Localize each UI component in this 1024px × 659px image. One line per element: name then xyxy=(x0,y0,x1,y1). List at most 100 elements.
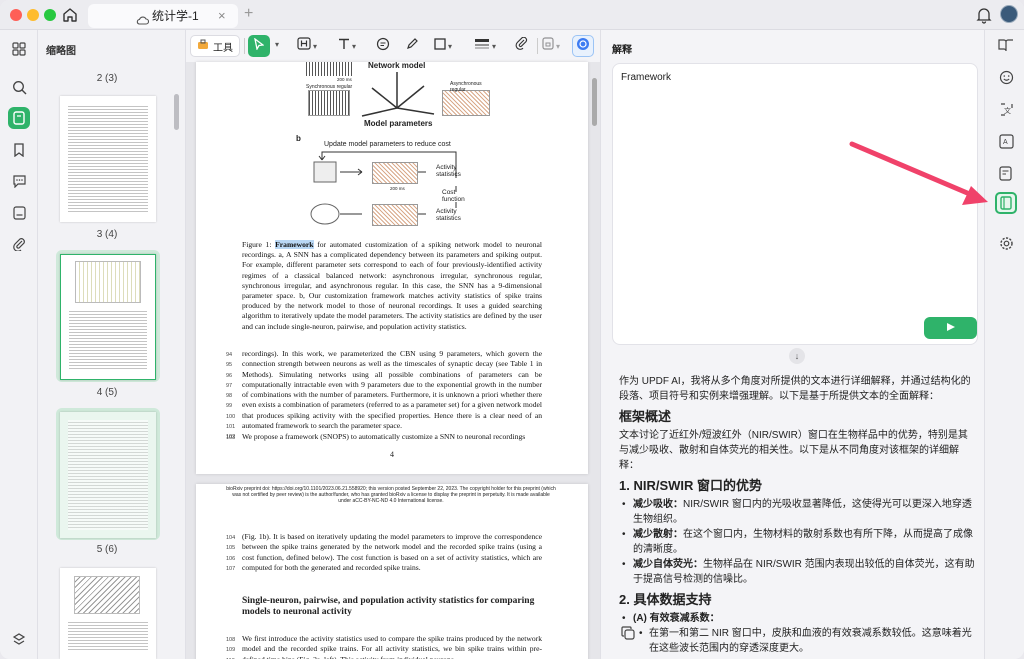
fig-label-async-regular: Asynchronous regular xyxy=(450,81,482,93)
panel-title: 解释 xyxy=(612,45,632,56)
pdf-page-4: 200 ms Network model Synchronous regular… xyxy=(196,61,588,474)
thumbnails-scrollbar[interactable] xyxy=(174,94,179,130)
thumbnail-page-3[interactable] xyxy=(60,96,156,222)
cursor-icon xyxy=(254,37,265,55)
square-icon xyxy=(434,37,446,55)
read-aloud-icon[interactable] xyxy=(995,34,1017,56)
line-numbers: 94 95 96 97 98 99 100 101 102 xyxy=(226,352,236,441)
stamp-tool-button[interactable]: ▾ xyxy=(538,35,564,57)
highlighted-word[interactable]: Framework xyxy=(275,240,314,249)
line-numbers: 104 105 106 107 xyxy=(226,535,236,572)
page-icon[interactable] xyxy=(8,202,30,224)
pdf-page-5: bioRxiv preprint doi: https://doi.org/10… xyxy=(196,484,588,659)
prompt-input[interactable]: Framework xyxy=(612,63,978,345)
thumbnails-icon[interactable] xyxy=(8,107,30,129)
new-tab-button[interactable]: + xyxy=(244,5,253,23)
layers-icon[interactable] xyxy=(8,628,30,650)
attachment-icon[interactable] xyxy=(8,233,30,255)
comment-bubble-icon xyxy=(376,37,390,56)
stamp-icon xyxy=(542,37,554,55)
fig-label-cost-function: Cost function xyxy=(442,189,465,203)
grid-icon[interactable] xyxy=(8,38,30,60)
line-style-icon xyxy=(474,37,490,55)
raster-plot xyxy=(306,62,352,76)
ai-assistant-button[interactable] xyxy=(572,35,594,57)
tab-close-button[interactable]: × xyxy=(218,4,226,28)
comment-icon[interactable] xyxy=(8,170,30,192)
copy-icon[interactable] xyxy=(621,626,635,645)
answer-sub-bullet: 在第一和第二 NIR 窗口中，皮肤和血液的有效衰减系数较低。这意味着光在这些波长… xyxy=(619,626,975,656)
scale-label: 200 ms xyxy=(390,186,405,191)
figure-update-label: Update model parameters to reduce cost xyxy=(324,141,451,148)
document-tab[interactable]: 统计学-1 × xyxy=(88,4,238,28)
bell-icon[interactable] xyxy=(976,6,992,29)
window-maximize-button[interactable] xyxy=(44,9,56,21)
fig-label-activity-stats-data: Activity statistics xyxy=(436,208,461,222)
ocr-icon[interactable]: A xyxy=(995,130,1017,152)
comment-tool-button[interactable] xyxy=(372,35,394,57)
page-number: 4 xyxy=(390,450,394,459)
line-numbers: 108 109 110 xyxy=(226,637,236,659)
bookmark-icon[interactable] xyxy=(8,139,30,161)
recorded-raster xyxy=(372,204,418,226)
shape-tool-button[interactable]: ▾ xyxy=(430,35,456,57)
highlighter-tool-button[interactable] xyxy=(401,35,423,57)
document-viewer: 200 ms Network model Synchronous regular… xyxy=(186,61,600,659)
figure-caption: Figure 1: Framework for automated custom… xyxy=(242,240,543,331)
tools-label: 工具 xyxy=(213,42,233,54)
thumbnail-page-6[interactable] xyxy=(60,568,156,659)
thumbnail-page-5[interactable] xyxy=(60,412,156,538)
explain-icon[interactable] xyxy=(995,192,1017,214)
ai-answer: 作为 UPDF AI，我将从多个角度对所提供的文本进行详细解释，并通过结构化的段… xyxy=(619,374,975,656)
select-tool-button[interactable] xyxy=(248,35,270,57)
answer-bullet: (A) 有效衰减系数： xyxy=(619,611,975,626)
thumb-label: 5 (6) xyxy=(96,544,118,555)
line-numbers: 103 xyxy=(226,435,236,441)
home-icon[interactable] xyxy=(60,5,80,25)
answer-heading: 2. 具体数据支持 xyxy=(619,592,712,607)
answer-bullet: 减少吸收：NIR/SWIR 窗口内的光吸收显著降低，这使得光可以更深入地穿透生物… xyxy=(619,497,975,527)
toolbar: 工具 ▾ ▾ ▾ ▾ ▾ ▾ xyxy=(186,30,600,62)
settings-icon[interactable] xyxy=(995,232,1017,254)
search-icon[interactable] xyxy=(8,76,30,98)
app-window: 统计学-1 × + 缩略图 2 (3) 3 (4) 4 (5) 5 (6) 工具… xyxy=(0,0,1024,659)
header-tool-button[interactable]: ▾ xyxy=(294,35,320,57)
window-close-button[interactable] xyxy=(10,9,22,21)
translate-icon[interactable]: 文 xyxy=(995,98,1017,120)
answer-intro: 作为 UPDF AI，我将从多个角度对所提供的文本进行详细解释，并通过结构化的段… xyxy=(619,376,971,402)
chevron-down-icon[interactable]: ▾ xyxy=(275,40,279,49)
raster-plot xyxy=(442,90,490,116)
preprint-notice: bioRxiv preprint doi: https://doi.org/10… xyxy=(226,486,556,504)
window-minimize-button[interactable] xyxy=(27,9,39,21)
thumb-label: 4 (5) xyxy=(96,387,118,398)
model-raster xyxy=(372,162,418,184)
answer-heading: 框架概述 xyxy=(619,409,672,424)
svg-text:文: 文 xyxy=(1004,106,1011,115)
section-title: Single-neuron, pairwise, and population … xyxy=(242,596,535,617)
avatar[interactable] xyxy=(1000,5,1018,23)
toolbox-icon xyxy=(197,39,209,53)
text-tool-button[interactable]: ▾ xyxy=(334,35,360,57)
answer-bullet: 减少自体荧光：生物样品在 NIR/SWIR 范围内表现出较低的自体荧光，这有助于… xyxy=(619,557,975,587)
text-icon xyxy=(338,37,350,55)
thumb-label: 2 (3) xyxy=(96,73,118,84)
send-button[interactable] xyxy=(924,317,977,339)
left-sidebar xyxy=(0,30,38,659)
paperclip-icon xyxy=(515,36,528,55)
answer-bullet: 减少散射：在这个窗口内，生物材料的散射系数也有所下降，从而提高了成像的清晰度。 xyxy=(619,527,975,557)
prompt-text[interactable]: Framework xyxy=(621,72,671,83)
scroll-down-button[interactable]: ↓ xyxy=(789,348,805,364)
line-style-button[interactable]: ▾ xyxy=(470,35,500,57)
fig-label-sync-regular: Synchronous regular xyxy=(306,84,353,90)
summarize-icon[interactable] xyxy=(995,162,1017,184)
title-bar: 统计学-1 × + xyxy=(0,0,1024,30)
emoji-icon[interactable] xyxy=(995,66,1017,88)
tools-button[interactable]: 工具 xyxy=(190,35,240,57)
attach-tool-button[interactable] xyxy=(510,35,532,57)
document-scrollbar[interactable] xyxy=(592,78,597,126)
thumbnail-page-4[interactable] xyxy=(60,254,156,380)
heading-icon xyxy=(297,37,311,55)
raster-plot xyxy=(308,90,350,116)
ai-explain-panel: 解释 Framework ↓ 作为 UPDF AI，我将从多个角度对所提供的文本… xyxy=(600,30,984,659)
ai-icon xyxy=(576,37,590,56)
